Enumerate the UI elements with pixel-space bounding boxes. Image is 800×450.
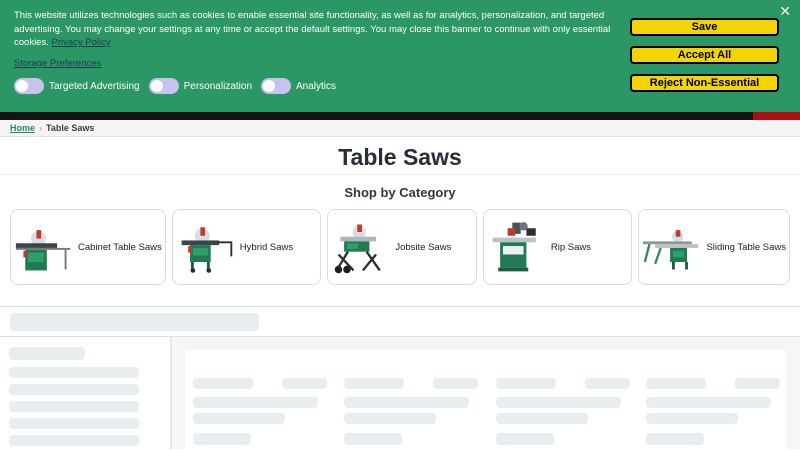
close-icon[interactable]: ✕ [779,2,791,20]
switch-knob [263,80,275,92]
skeleton-bar [646,378,706,389]
skeleton-bar [10,313,259,331]
skeleton-bar [496,378,556,389]
save-button[interactable]: Save [630,18,779,36]
cabinet-table-saw-image [15,230,71,271]
product-skeleton [344,350,495,450]
skeleton-bar [646,413,738,424]
results-area [172,337,800,450]
facet-sidebar-loading [0,337,172,449]
skeleton-bar [9,418,139,429]
skeleton-bar [282,378,327,389]
jobsite-saw-image [335,224,382,274]
site-header-bar [0,112,800,120]
cookie-consent-banner: This website utilizes technologies such … [0,0,800,112]
category-label: Hybrid Saws [239,241,294,253]
page-title: Table Saws [338,144,462,170]
skeleton-bar [9,435,139,446]
switch-knob [16,80,28,92]
consent-toggle-row: Targeted Advertising Personalization Ana… [14,78,336,94]
skeleton-bar [433,378,478,389]
product-skeleton [496,350,647,450]
skeleton-bar [646,397,771,408]
sliding-table-saw-image [643,230,699,270]
breadcrumb: Home › Table Saws [0,120,800,137]
skeleton-bar [585,378,630,389]
skeleton-bar [193,378,253,389]
product-skeleton [193,350,344,450]
skeleton-bar [9,367,139,378]
toggle-label: Analytics [296,80,337,92]
toggle-personalization: Personalization [148,78,252,94]
toggle-analytics: Analytics [261,78,336,94]
skeleton-bar [496,413,588,424]
skeleton-bar [193,433,251,445]
toggle-label: Targeted Advertising [49,80,140,92]
accept-all-button[interactable]: Accept All [630,46,779,64]
product-skeleton [646,350,797,450]
main-content [0,337,800,450]
results-panel-loading [185,350,786,450]
privacy-policy-link[interactable]: Privacy Policy [52,37,111,48]
category-card-hybrid-saws[interactable]: Hybrid Saws [171,209,322,285]
page: This website utilizes technologies such … [0,0,800,450]
skeleton-bar [9,384,139,395]
category-card-rip-saws[interactable]: Rip Saws [482,209,633,285]
rip-saw-image [492,222,536,272]
category-label: Sliding Table Saws [706,241,787,253]
skeleton-bar [496,433,554,445]
targeted-advertising-switch[interactable] [14,78,44,94]
skeleton-bar [496,397,621,408]
category-label: Cabinet Table Saws [78,241,162,253]
breadcrumb-current: Table Saws [46,123,95,133]
personalization-switch[interactable] [148,78,179,94]
skeleton-bar [344,378,404,389]
skeleton-bar [344,397,469,408]
consent-buttons: Save Accept All Reject Non-Essential [630,18,779,92]
storage-preferences-link[interactable]: Storage Preferences [14,58,101,69]
category-card-sliding-table-saws[interactable]: Sliding Table Saws [638,209,791,285]
toggle-targeted-advertising: Targeted Advertising [14,78,140,94]
switch-knob [150,80,163,92]
divider [0,174,800,175]
toggle-label: Personalization [183,80,252,92]
analytics-switch[interactable] [261,78,291,94]
skeleton-bar [735,378,780,389]
skeleton-bar [193,413,285,424]
category-label: Rip Saws [550,241,592,253]
breadcrumb-separator: › [39,123,43,133]
category-label: Jobsite Saws [395,241,452,253]
category-card-jobsite-saws[interactable]: Jobsite Saws [327,209,477,285]
shop-by-category-heading: Shop by Category [344,185,456,200]
skeleton-bar [344,433,402,445]
reject-non-essential-button[interactable]: Reject Non-Essential [630,74,779,92]
skeleton-bar [646,433,704,445]
breadcrumb-home-link[interactable]: Home [10,123,35,133]
skeleton-bar [9,347,85,360]
cookie-message: This website utilizes technologies such … [14,9,620,50]
skeleton-bar [9,401,139,412]
skeleton-bar [344,413,436,424]
filter-bar-loading [0,306,800,337]
category-card-row: Cabinet Table Saws Hybrid Saws Jobsite S… [0,209,800,285]
hybrid-saw-image [181,227,233,273]
category-card-cabinet-table-saws[interactable]: Cabinet Table Saws [10,209,166,285]
header-red-accent [753,112,800,120]
skeleton-bar [193,397,318,408]
